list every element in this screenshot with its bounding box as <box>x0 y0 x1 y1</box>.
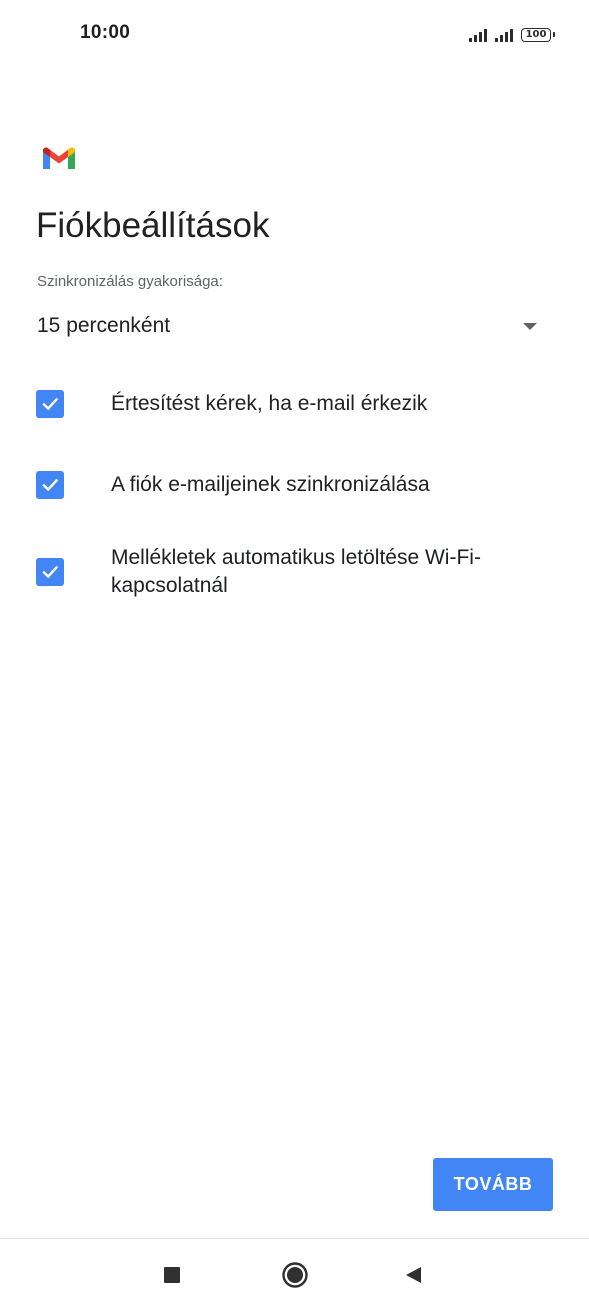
option-sync-email[interactable]: A fiók e-mailjeinek szinkronizálása <box>36 471 556 499</box>
signal-icon <box>495 28 513 42</box>
option-label: Értesítést kérek, ha e-mail érkezik <box>111 392 428 415</box>
checkbox-sync-email[interactable] <box>36 471 64 499</box>
next-button[interactable]: TOVÁBB <box>433 1158 553 1211</box>
sync-frequency-value: 15 percenként <box>37 314 171 337</box>
option-notify-new-email[interactable]: Értesítést kérek, ha e-mail érkezik <box>36 390 556 418</box>
sync-frequency-label: Szinkronizálás gyakorisága: <box>37 273 223 290</box>
option-label: Mellékletek automatikus letöltése Wi-Fi-… <box>111 546 481 597</box>
signal-icon <box>469 28 487 42</box>
circle-icon <box>282 1262 308 1288</box>
battery-level: 100 <box>525 29 547 40</box>
option-label: A fiók e-mailjeinek szinkronizálása <box>111 473 430 496</box>
square-icon <box>164 1267 180 1283</box>
triangle-back-icon <box>406 1267 421 1283</box>
option-auto-download-attachments[interactable]: Mellékletek automatikus letöltése Wi-Fi-… <box>36 544 556 600</box>
page-title: Fiókbeállítások <box>36 206 270 245</box>
dropdown-arrow-icon <box>523 322 537 330</box>
checkbox-auto-download-attachments[interactable] <box>36 558 64 586</box>
checkmark-icon <box>42 478 59 492</box>
navigation-bar <box>0 1239 589 1309</box>
back-button[interactable] <box>392 1253 436 1297</box>
checkmark-icon <box>42 565 59 579</box>
sync-frequency-dropdown[interactable]: 15 percenként <box>37 306 545 346</box>
checkmark-icon <box>42 397 59 411</box>
checkbox-notify-new-email[interactable] <box>36 390 64 418</box>
gmail-logo-icon <box>38 136 80 178</box>
home-button[interactable] <box>273 1253 317 1297</box>
status-bar: 10:00 100 <box>0 0 589 68</box>
battery-icon: 100 <box>521 28 555 42</box>
status-time: 10:00 <box>80 22 131 43</box>
recents-button[interactable] <box>150 1253 194 1297</box>
status-icons: 100 <box>469 24 555 42</box>
